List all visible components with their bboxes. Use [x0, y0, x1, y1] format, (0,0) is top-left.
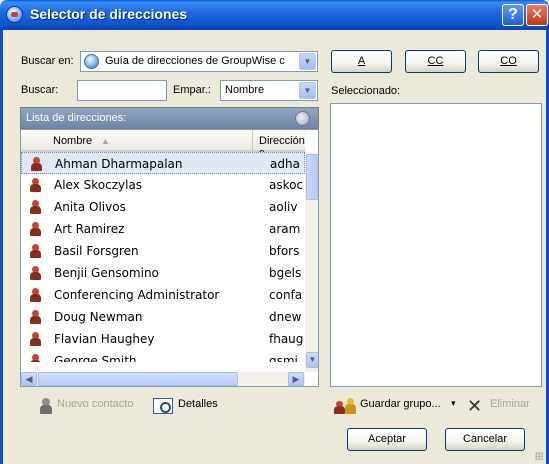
to-button[interactable]: A	[331, 50, 392, 73]
row-name: Conferencing Administrator	[54, 288, 220, 302]
delete-icon: ✕	[467, 396, 483, 416]
save-group-dropdown-icon[interactable]: ▾	[451, 398, 456, 409]
buscar-en-label: Buscar en:	[21, 55, 74, 67]
address-rows: Ahman Dharmapalan adha Alex Skoczylas as…	[21, 152, 305, 362]
accept-button[interactable]: Aceptar	[347, 428, 427, 451]
horizontal-scroll-thumb[interactable]	[38, 372, 238, 386]
row-name: Anita Olivos	[54, 200, 126, 214]
table-row[interactable]: Alex Skoczylas askoc	[21, 174, 305, 196]
person-icon	[30, 200, 41, 214]
row-address: aoliv	[269, 200, 298, 214]
person-icon	[30, 178, 41, 192]
person-icon	[30, 332, 41, 346]
cancel-button[interactable]: Cancelar	[445, 428, 525, 451]
sort-ascending-icon: ▲	[101, 136, 110, 146]
column-header-name[interactable]: Nombre ▲	[21, 130, 253, 152]
address-list-header: Lista de direcciones:	[20, 107, 319, 129]
row-address: dnew	[269, 310, 302, 324]
buscar-input[interactable]	[77, 80, 167, 101]
column-name-label: Nombre	[53, 135, 93, 147]
empar-label: Empar.:	[173, 84, 211, 96]
row-address: aram	[269, 222, 301, 236]
person-icon	[30, 222, 41, 236]
row-address: fhaug	[269, 332, 304, 346]
person-icon	[30, 310, 41, 324]
table-row[interactable]: Conferencing Administrator confa	[21, 284, 305, 306]
person-icon	[30, 354, 41, 362]
table-row[interactable]: Benjii Gensomino bgels	[21, 262, 305, 284]
groupwise-book-icon	[84, 54, 99, 69]
person-icon	[30, 266, 41, 280]
row-address: bgels	[269, 266, 302, 280]
table-row[interactable]: George Smith gsmi	[21, 350, 305, 362]
row-name: Ahman Dharmapalan	[55, 157, 183, 171]
row-address: confa	[269, 288, 303, 302]
group-icon	[334, 398, 356, 414]
selected-list[interactable]	[330, 103, 542, 387]
person-icon	[30, 244, 41, 258]
title-bar: Selector de direcciones ? ✕	[0, 0, 549, 30]
address-list-title: Lista de direcciones:	[26, 112, 127, 124]
row-name: Doug Newman	[54, 310, 143, 324]
scroll-right-button[interactable]: ▶	[288, 372, 304, 386]
table-row[interactable]: Doug Newman dnew	[21, 306, 305, 328]
scroll-left-button[interactable]: ◀	[21, 372, 37, 386]
row-address: adha	[270, 157, 300, 171]
window-title: Selector de direcciones	[30, 6, 188, 22]
horizontal-scrollbar[interactable]: ◀ ▶	[21, 372, 305, 386]
table-row[interactable]: Flavian Haughey fhaug	[21, 328, 305, 350]
column-header-address[interactable]: Dirección c	[253, 130, 305, 159]
row-address: gsmi	[269, 354, 298, 362]
cc-button-label: CC	[427, 55, 444, 67]
person-icon	[30, 288, 41, 302]
details-button[interactable]: Detalles	[178, 398, 218, 410]
new-contact-icon	[40, 398, 52, 414]
new-contact-button[interactable]: Nuevo contacto	[57, 398, 133, 410]
chevron-down-icon[interactable]: ▼	[299, 82, 316, 99]
remove-button[interactable]: Eliminar	[490, 398, 530, 410]
resize-grip[interactable]	[535, 452, 543, 460]
row-address: askoc	[269, 178, 304, 192]
buscar-en-value: Guía de direcciones de GroupWise c	[105, 55, 285, 67]
selected-label: Seleccionado:	[331, 85, 401, 97]
row-name: Basil Forsgren	[54, 244, 139, 258]
table-row[interactable]: Basil Forsgren bfors	[21, 240, 305, 262]
row-name: Art Ramirez	[54, 222, 125, 236]
to-button-label: A	[357, 55, 366, 67]
chevron-down-icon[interactable]: ▼	[299, 53, 316, 70]
buscar-label: Buscar:	[21, 84, 59, 96]
buscar-en-combo[interactable]: Guía de direcciones de GroupWise c ▼	[80, 51, 318, 72]
close-button[interactable]: ✕	[526, 4, 548, 26]
refresh-icon[interactable]	[295, 111, 310, 126]
row-name: Benjii Gensomino	[54, 266, 159, 280]
row-name: Flavian Haughey	[54, 332, 155, 346]
empar-select[interactable]: Nombre ▼	[220, 80, 318, 101]
cc-button[interactable]: CC	[405, 50, 466, 73]
address-list[interactable]: Nombre ▲ Dirección c Ahman Dharmapalan a…	[20, 129, 319, 387]
scroll-down-button[interactable]: ▼	[306, 352, 318, 368]
person-icon	[31, 157, 42, 171]
vertical-scrollbar[interactable]: ▼	[305, 152, 318, 372]
details-icon	[153, 398, 173, 414]
help-button[interactable]: ?	[502, 4, 524, 26]
row-name: George Smith	[54, 354, 137, 362]
bc-button[interactable]: CO	[478, 50, 539, 73]
empar-value: Nombre	[225, 84, 265, 96]
row-name: Alex Skoczylas	[54, 178, 143, 192]
table-row[interactable]: Ahman Dharmapalan adha	[21, 152, 305, 174]
table-row[interactable]: Anita Olivos aoliv	[21, 196, 305, 218]
table-row[interactable]: Art Ramirez aram	[21, 218, 305, 240]
addressbook-icon	[6, 6, 23, 23]
save-group-button[interactable]: Guardar grupo...	[360, 398, 441, 410]
bc-button-label: CO	[500, 55, 517, 67]
vertical-scroll-thumb[interactable]	[306, 154, 318, 200]
row-address: bfors	[269, 244, 300, 258]
